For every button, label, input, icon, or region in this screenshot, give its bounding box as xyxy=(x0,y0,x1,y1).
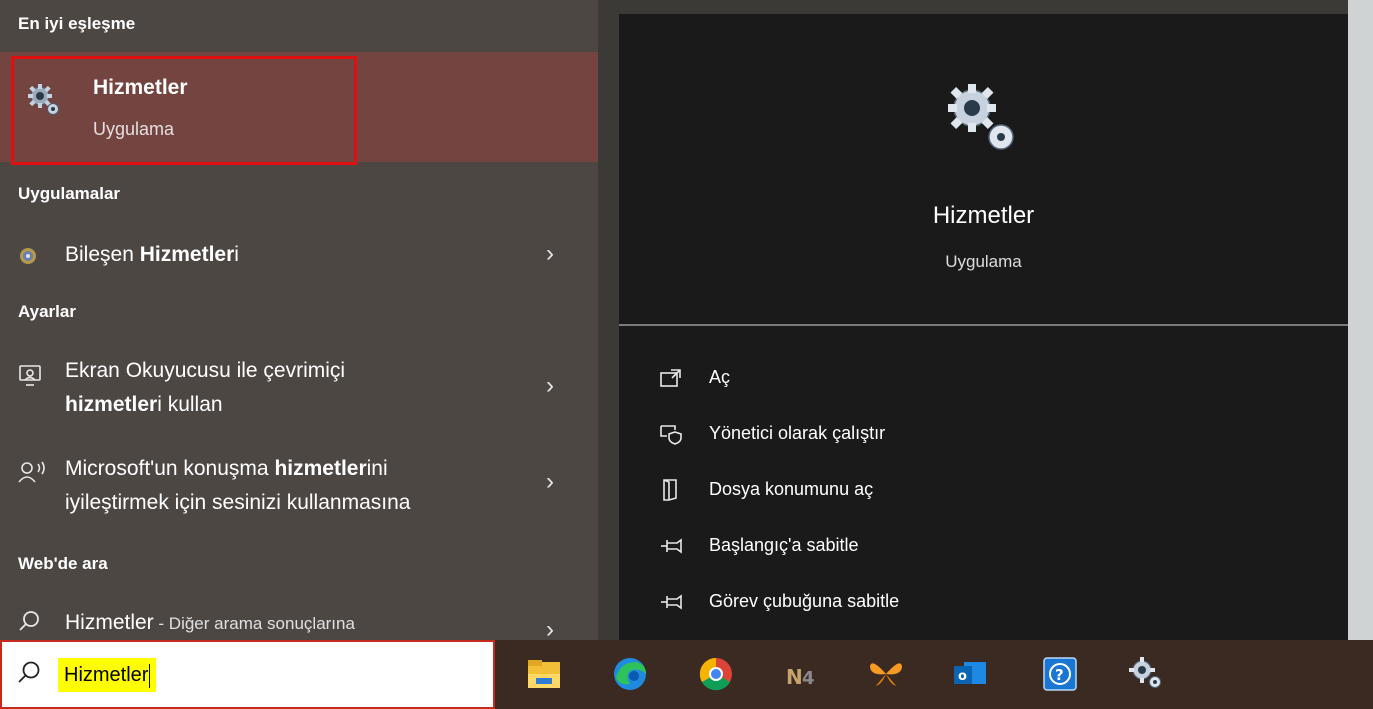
services-icon[interactable] xyxy=(1126,652,1166,696)
action-pin-taskbar[interactable]: Görev çubuğuna sabitle xyxy=(659,586,959,618)
list-item-web-search[interactable]: Hizmetler - Diğer arama sonuçlarına › xyxy=(0,606,598,640)
speech-line1-pre: Microsoft'un konuşma xyxy=(65,457,275,480)
speech-icon xyxy=(18,460,48,489)
chrome-icon[interactable] xyxy=(696,652,736,696)
edge-icon[interactable] xyxy=(610,652,650,696)
action-label: Dosya konumunu aç xyxy=(709,479,874,499)
action-pin-start[interactable]: Başlangıç'a sabitle xyxy=(659,530,959,562)
best-match-subtitle: Uygulama xyxy=(93,119,175,139)
setting-line2-post: i kullan xyxy=(157,393,223,416)
app-label-pre: Bileşen xyxy=(65,243,140,266)
open-icon xyxy=(659,366,683,390)
web-query: Hizmetler xyxy=(65,611,154,634)
gears-icon xyxy=(944,80,1020,161)
chevron-right-icon[interactable]: › xyxy=(546,468,554,496)
run-as-admin-icon xyxy=(659,422,683,446)
outlook-icon[interactable]: o xyxy=(950,652,990,696)
action-label: Başlangıç'a sabitle xyxy=(709,535,859,555)
action-open-file-location[interactable]: Dosya konumunu aç xyxy=(659,474,959,506)
svg-text:?: ? xyxy=(1055,666,1064,684)
list-item-speech-services[interactable]: Microsoft'un konuşma hizmetlerini iyileş… xyxy=(0,452,598,522)
apps-header: Uygulamalar xyxy=(18,184,121,203)
speech-line1-post: ini xyxy=(366,457,388,480)
narrator-icon xyxy=(18,364,44,393)
taskbar-search-box[interactable]: Hizmetler xyxy=(0,640,495,709)
text-caret xyxy=(149,663,151,688)
list-item-component-services[interactable]: Bileşen Hizmetleri › xyxy=(0,238,598,274)
chevron-right-icon[interactable]: › xyxy=(546,372,554,400)
action-label: Aç xyxy=(709,367,731,387)
speech-match: hizmetler xyxy=(274,457,367,480)
search-icon xyxy=(16,660,42,691)
best-match-highlight xyxy=(11,56,357,165)
app-label-post: i xyxy=(234,243,239,266)
app-preview-pane: Hizmetler Uygulama Aç Yönetici olarak ça… xyxy=(619,14,1348,640)
component-services-icon xyxy=(18,246,38,271)
pin-start-icon xyxy=(659,534,683,558)
search-results-pane: En iyi eşleşme Hizmetler Uygulama Uygula… xyxy=(0,0,598,640)
best-match-title: Hizmetler xyxy=(93,76,188,99)
preview-subtitle: Uygulama xyxy=(945,252,1022,271)
settings-header: Ayarlar xyxy=(18,302,76,321)
svg-text:o: o xyxy=(958,669,967,684)
search-icon xyxy=(18,610,40,637)
file-location-icon xyxy=(659,478,683,502)
action-label: Yönetici olarak çalıştır xyxy=(709,423,886,443)
action-run-as-admin[interactable]: Yönetici olarak çalıştır xyxy=(659,418,959,450)
list-item-narrator-online-services[interactable]: Ekran Okuyucusu ile çevrimiçi hizmetleri… xyxy=(0,354,598,424)
window-edge xyxy=(1348,0,1373,640)
web-search-header: Web'de ara xyxy=(18,554,108,573)
butterfly-app-icon[interactable] xyxy=(866,652,906,696)
setting-match: hizmetler xyxy=(65,393,158,416)
chevron-right-icon[interactable]: › xyxy=(546,616,554,640)
search-value: Hizmetler xyxy=(64,664,149,686)
help-icon[interactable]: ? xyxy=(1040,652,1080,696)
setting-line1: Ekran Okuyucusu ile çevrimiçi xyxy=(65,359,346,382)
file-explorer-icon[interactable] xyxy=(524,652,564,696)
action-open[interactable]: Aç xyxy=(659,362,859,394)
action-label: Görev çubuğuna sabitle xyxy=(709,591,900,611)
search-input[interactable]: Hizmetler xyxy=(58,658,157,692)
svg-text:N: N xyxy=(786,665,803,689)
n4-icon[interactable]: N 4 xyxy=(782,652,822,696)
app-label-match: Hizmetler xyxy=(139,243,235,266)
web-suffix: - Diğer arama sonuçlarına xyxy=(153,614,355,633)
chevron-right-icon[interactable]: › xyxy=(546,240,554,268)
svg-text:4: 4 xyxy=(802,668,815,689)
pin-taskbar-icon xyxy=(659,590,683,614)
best-match-header: En iyi eşleşme xyxy=(18,14,136,33)
preview-title: Hizmetler xyxy=(932,202,1035,229)
divider xyxy=(619,324,1348,326)
speech-line2: iyileştirmek için sesinizi kullanmasına xyxy=(65,491,411,514)
